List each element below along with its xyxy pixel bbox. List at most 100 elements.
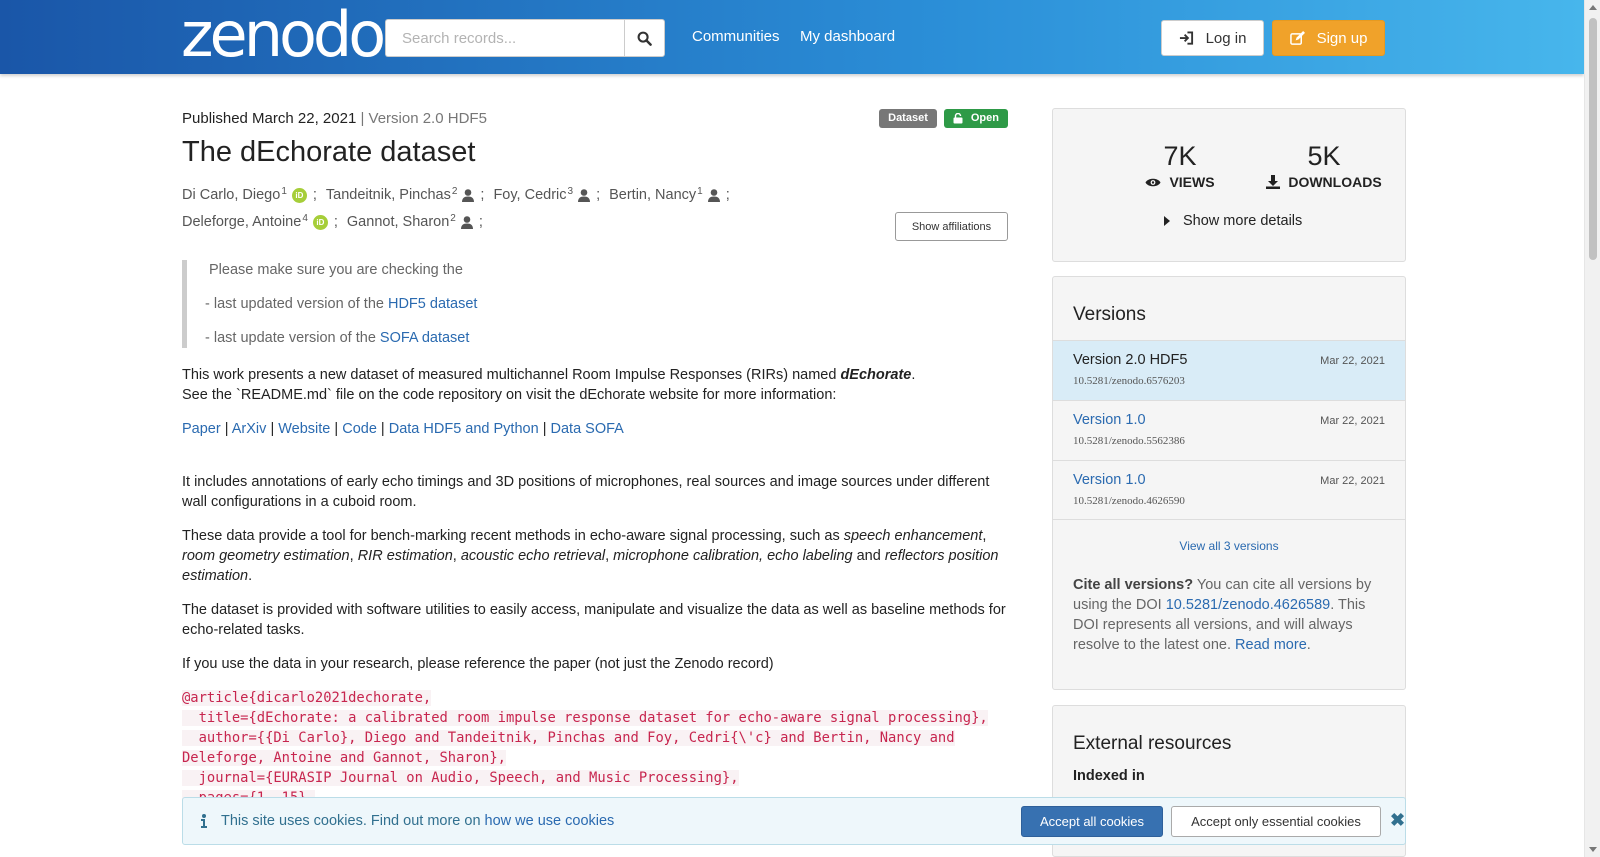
open-access-badge: Open — [943, 109, 1008, 128]
version-row: Version 1.0 Mar 22, 2021 10.5281/zenodo.… — [1053, 460, 1405, 520]
version-row: Version 1.0 Mar 22, 2021 10.5281/zenodo.… — [1053, 400, 1405, 460]
term-mic-calibration: microphone calibration, echo labeling — [613, 548, 853, 564]
close-icon[interactable]: ✖ — [1390, 810, 1405, 831]
intro-text: This work presents a new dataset of meas… — [182, 367, 837, 383]
views-label-row: VIEWS — [1115, 174, 1245, 190]
indexed-in-label: Indexed in — [1073, 768, 1145, 784]
more-details-label: Show more details — [1183, 213, 1303, 229]
version-doi: 10.5281/zenodo.6576203 — [1073, 375, 1185, 387]
version-notice: Please make sure you are checking the - … — [182, 260, 1008, 348]
cookie-message: This site uses cookies. Find out more on… — [221, 813, 614, 829]
read-more-link[interactable]: Read more — [1235, 637, 1307, 653]
version-date: Mar 22, 2021 — [1320, 475, 1385, 487]
paper-link[interactable]: Paper — [182, 421, 221, 437]
creator-name[interactable]: Gannot, Sharon — [347, 209, 449, 236]
sofa-dataset-link[interactable]: SOFA dataset — [380, 330, 469, 346]
views-stat: 7K VIEWS — [1115, 141, 1245, 190]
creator: Deleforge, Antoine 4 iD; — [182, 209, 341, 236]
zenodo-logo[interactable]: zenodo — [181, 4, 386, 66]
creator-name[interactable]: Foy, Cedric — [493, 182, 566, 209]
creator-separator: ; — [478, 214, 483, 230]
cite-all-versions: Cite all versions? You can cite all vers… — [1073, 575, 1389, 655]
notice-text: - last update version of the — [205, 330, 376, 346]
creator-separator: ; — [725, 187, 730, 203]
affiliation-number: 2 — [451, 186, 458, 197]
accept-essential-cookies-button[interactable]: Accept only essential cookies — [1171, 806, 1381, 837]
cookie-policy-link[interactable]: how we use cookies — [485, 813, 615, 829]
downloads-label-row: DOWNLOADS — [1239, 174, 1409, 190]
dechorate-emphasis: dEchorate — [840, 367, 912, 383]
record-main: Published March 22, 2021 | Version 2.0 H… — [182, 108, 1008, 808]
record-badges: Dataset Open — [879, 109, 1008, 128]
external-resources-heading: External resources — [1073, 733, 1232, 754]
term-rir-estimation: RIR estimation — [357, 548, 453, 564]
creator-name[interactable]: Di Carlo, Diego — [182, 182, 280, 209]
version-doi: 10.5281/zenodo.5562386 — [1073, 435, 1185, 447]
signup-button[interactable]: Sign up — [1272, 20, 1385, 56]
record-version: | Version 2.0 HDF5 — [360, 110, 487, 127]
versions-panel: Versions Version 2.0 HDF5 Mar 22, 2021 1… — [1052, 276, 1406, 690]
version-link[interactable]: Version 1.0 — [1073, 412, 1146, 428]
cookie-text: This site uses cookies. Find out more on — [221, 813, 481, 829]
edit-icon — [1289, 30, 1305, 45]
creators-list: Di Carlo, Diego 1 iD; Tandeitnik, Pinchas 2;… — [182, 182, 742, 236]
scroll-down-arrow[interactable] — [1589, 847, 1597, 852]
signup-label: Sign up — [1316, 29, 1368, 47]
downloads-count: 5K — [1307, 141, 1341, 171]
dataset-badge: Dataset — [879, 109, 937, 128]
login-button[interactable]: Log in — [1161, 20, 1264, 56]
description-annotations: It includes annotations of early echo ti… — [182, 474, 990, 510]
show-affiliations-button[interactable]: Show affiliations — [895, 212, 1008, 241]
affiliation-number: 3 — [567, 186, 574, 197]
caret-right-icon — [1164, 216, 1170, 226]
login-label: Log in — [1205, 29, 1247, 47]
view-all-versions-link[interactable]: View all 3 versions — [1053, 539, 1405, 553]
creator-name[interactable]: Deleforge, Antoine — [182, 209, 301, 236]
creator-name[interactable]: Tandeitnik, Pinchas — [326, 182, 451, 209]
person-icon — [707, 189, 720, 202]
version-row[interactable]: Version 2.0 HDF5 Mar 22, 2021 10.5281/ze… — [1053, 340, 1405, 400]
version-date: Mar 22, 2021 — [1320, 415, 1385, 427]
orcid-icon[interactable]: iD — [291, 188, 307, 203]
version-date: Mar 22, 2021 — [1320, 355, 1385, 367]
creator-separator: ; — [333, 214, 338, 230]
orcid-icon[interactable]: iD — [312, 215, 328, 230]
bibtex-line: journal={EURASIP Journal on Audio, Speec… — [182, 770, 739, 786]
scroll-up-arrow[interactable] — [1589, 5, 1597, 10]
intro-period: . — [911, 367, 916, 383]
bibtex-line: @article{dicarlo2021dechorate, — [182, 690, 432, 706]
data-hdf5-link[interactable]: Data HDF5 and Python — [389, 421, 539, 437]
website-link[interactable]: Website — [278, 421, 330, 437]
search-input[interactable] — [385, 19, 624, 57]
nav-my-dashboard[interactable]: My dashboard — [800, 28, 895, 45]
show-more-details-button[interactable]: Show more details — [1164, 213, 1302, 229]
accept-all-cookies-button[interactable]: Accept all cookies — [1021, 806, 1163, 837]
top-navbar: zenodo Communities My dashboard Log in S… — [0, 0, 1584, 74]
description-intro: This work presents a new dataset of meas… — [182, 365, 1008, 405]
search-button[interactable] — [624, 19, 665, 57]
affiliation-number: 2 — [450, 213, 456, 224]
link-separator: | — [270, 421, 275, 437]
version-link[interactable]: Version 1.0 — [1073, 472, 1146, 488]
versions-heading: Versions — [1073, 304, 1146, 325]
link-separator: | — [224, 421, 229, 437]
resource-links: Paper | ArXiv | Website | Code | Data HD… — [182, 419, 1008, 439]
creator-separator: ; — [480, 187, 485, 203]
arxiv-link[interactable]: ArXiv — [232, 421, 267, 437]
data-sofa-link[interactable]: Data SOFA — [551, 421, 624, 437]
code-link[interactable]: Code — [342, 421, 377, 437]
cite-all-heading: Cite all versions? — [1073, 577, 1194, 593]
creator-name[interactable]: Bertin, Nancy — [609, 182, 696, 209]
affiliation-number: 4 — [302, 213, 308, 224]
record-description: This work presents a new dataset of meas… — [182, 365, 1008, 808]
nav-communities[interactable]: Communities — [692, 28, 780, 45]
page-scrollbar[interactable] — [1584, 0, 1600, 857]
sign-in-icon — [1179, 31, 1193, 45]
stats-panel: 7K VIEWS 5K DOWNLOADS Show more details — [1052, 108, 1406, 262]
unlock-icon — [953, 113, 963, 124]
search-form — [385, 19, 665, 57]
hdf5-dataset-link[interactable]: HDF5 dataset — [388, 296, 477, 312]
cookie-banner: This site uses cookies. Find out more on… — [182, 797, 1406, 845]
scroll-thumb[interactable] — [1589, 18, 1597, 260]
concept-doi-link[interactable]: 10.5281/zenodo.4626589 — [1166, 597, 1331, 613]
